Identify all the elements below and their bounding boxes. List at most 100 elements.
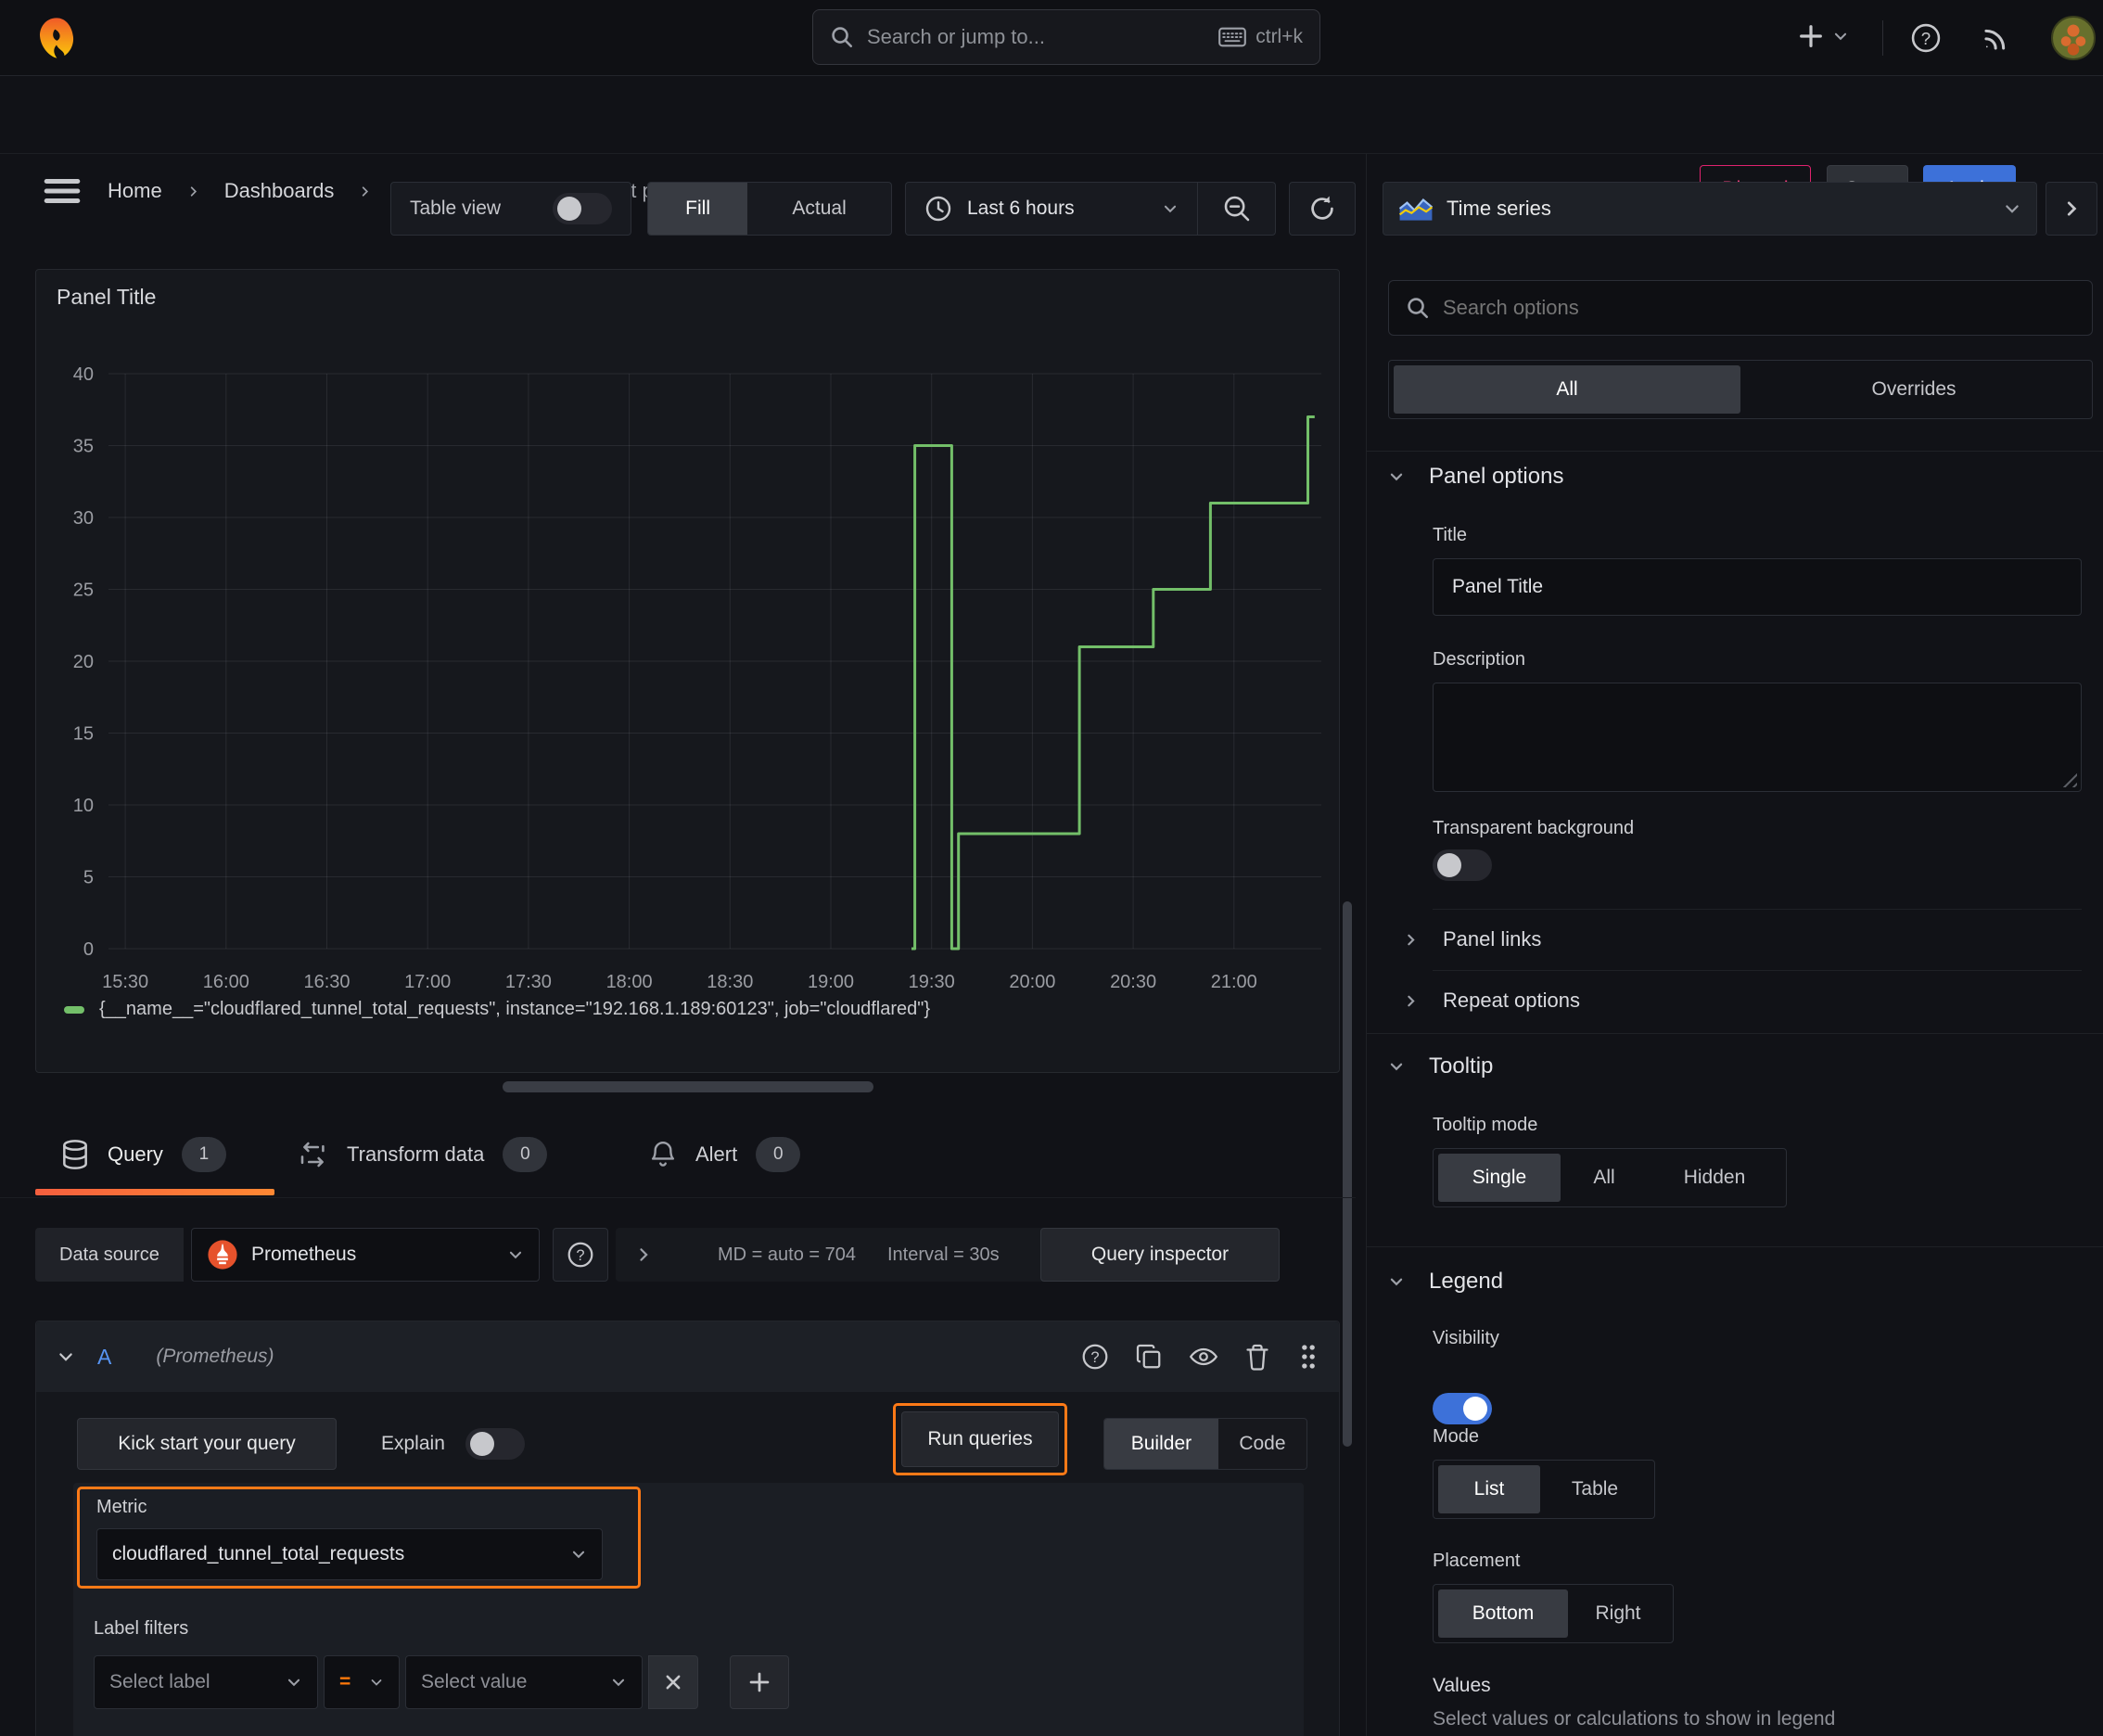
datasource-value: Prometheus (251, 1244, 357, 1265)
run-queries-button[interactable]: Run queries (901, 1411, 1059, 1467)
query-options-strip: MD = auto = 704 Interval = 30s (616, 1228, 1098, 1282)
chevron-down-icon (1388, 1273, 1405, 1290)
legend-placement-bottom[interactable]: Bottom (1438, 1589, 1568, 1638)
transparent-bg-label: Transparent background (1433, 818, 1635, 838)
datasource-help-button[interactable]: ? (553, 1228, 608, 1282)
search-input[interactable] (867, 25, 1206, 49)
svg-text:10: 10 (73, 796, 94, 816)
query-ref-id[interactable]: A (97, 1345, 111, 1370)
kick-start-button[interactable]: Kick start your query (77, 1418, 337, 1470)
tab-overrides[interactable]: Overrides (1740, 365, 2087, 414)
tab-alert[interactable]: Alert 0 (649, 1137, 801, 1172)
refresh-icon (1307, 194, 1337, 223)
grafana-edit-panel: ctrl+k ? Home Dashboards (0, 0, 2103, 1736)
zoom-out-icon (1222, 194, 1252, 223)
tooltip-mode-hidden[interactable]: Hidden (1648, 1154, 1781, 1202)
svg-text:15: 15 (73, 724, 94, 745)
options-search[interactable] (1388, 280, 2093, 336)
legend-values-label: Values (1433, 1675, 1491, 1696)
tab-transform[interactable]: Transform data 0 (299, 1137, 548, 1172)
chevron-down-icon[interactable] (57, 1347, 75, 1366)
visualization-picker[interactable]: Time series (1383, 182, 2037, 236)
repeat-options-header[interactable]: Repeat options (1403, 976, 2082, 1026)
zoom-out-button[interactable] (1198, 183, 1275, 235)
code-option[interactable]: Code (1218, 1419, 1306, 1469)
query-editor: A (Prometheus) ? Kick start your query E… (35, 1321, 1340, 1736)
chevron-down-icon (1832, 28, 1849, 45)
select-label-dropdown[interactable]: Select label (94, 1655, 318, 1709)
viz-suggestions-button[interactable] (2046, 182, 2097, 236)
drag-handle[interactable] (1283, 1343, 1319, 1371)
new-menu-button[interactable] (1797, 22, 1849, 50)
horizontal-scrollbar[interactable] (503, 1081, 873, 1092)
delete-query-button[interactable] (1231, 1343, 1283, 1371)
panel-title-input[interactable] (1433, 558, 2082, 616)
tab-query[interactable]: Query 1 (61, 1137, 226, 1172)
chevron-right-icon[interactable] (634, 1245, 653, 1264)
legend-header[interactable]: Legend (1388, 1269, 1503, 1295)
chart-legend-item[interactable]: {__name__="cloudflared_tunnel_total_requ… (64, 999, 930, 1020)
svg-text:18:00: 18:00 (606, 972, 653, 992)
description-textarea[interactable] (1433, 683, 2082, 792)
query-row-header[interactable]: A (Prometheus) ? (36, 1321, 1339, 1392)
resize-handle-icon[interactable] (2062, 772, 2077, 787)
breadcrumb-bar: Home Dashboards New dashboard Edit panel… (0, 76, 2103, 213)
global-search[interactable]: ctrl+k (812, 9, 1320, 65)
time-range-label: Last 6 hours (967, 198, 1075, 219)
legend-mode-table[interactable]: Table (1540, 1465, 1650, 1513)
grafana-logo-icon[interactable] (33, 15, 80, 61)
legend-visibility-toggle[interactable] (1433, 1393, 1492, 1424)
tooltip-mode-all[interactable]: All (1561, 1154, 1648, 1202)
actual-option[interactable]: Actual (747, 183, 891, 235)
select-value-dropdown[interactable]: Select value (405, 1655, 643, 1709)
repeat-options-label: Repeat options (1443, 989, 1580, 1012)
tab-all-options[interactable]: All (1394, 365, 1740, 414)
news-rss-button[interactable] (1981, 22, 2012, 54)
svg-text:20: 20 (73, 652, 94, 672)
svg-text:20:30: 20:30 (1110, 972, 1156, 992)
title-label: Title (1433, 525, 1468, 545)
tab-transform-badge: 0 (503, 1137, 548, 1172)
metric-select[interactable]: cloudflared_tunnel_total_requests (96, 1528, 603, 1580)
pane-splitter[interactable] (1366, 154, 1367, 1736)
remove-filter-button[interactable] (648, 1655, 698, 1709)
divider (1433, 909, 2082, 910)
legend-mode-list[interactable]: List (1438, 1465, 1540, 1513)
select-label-placeholder: Select label (109, 1671, 210, 1692)
transform-icon (299, 1140, 328, 1169)
visualization-value: Time series (1447, 197, 1551, 220)
svg-text:40: 40 (73, 364, 94, 385)
legend-swatch (64, 1005, 84, 1014)
table-view-toggle[interactable] (553, 193, 612, 224)
help-button[interactable]: ? (1910, 22, 1942, 54)
breadcrumb-dashboards[interactable]: Dashboards (224, 179, 335, 203)
panel-links-header[interactable]: Panel links (1403, 914, 2082, 964)
breadcrumb-home[interactable]: Home (108, 179, 162, 203)
svg-text:17:30: 17:30 (505, 972, 552, 992)
builder-option[interactable]: Builder (1104, 1419, 1218, 1469)
transparent-bg-toggle[interactable] (1433, 849, 1492, 881)
metric-highlight: Metric cloudflared_tunnel_total_requests (77, 1487, 641, 1589)
panel-options-header[interactable]: Panel options (1388, 464, 1563, 490)
builder-code-switch: Builder Code (1103, 1418, 1307, 1470)
query-help-button[interactable]: ? (1068, 1343, 1122, 1371)
datasource-picker[interactable]: Prometheus (191, 1228, 540, 1282)
explain-toggle[interactable] (465, 1428, 525, 1460)
legend-placement-right[interactable]: Right (1568, 1589, 1668, 1638)
duplicate-query-button[interactable] (1122, 1343, 1176, 1371)
add-filter-button[interactable] (730, 1655, 789, 1709)
time-range-picker[interactable]: Last 6 hours (906, 183, 1197, 235)
tooltip-mode-label: Tooltip mode (1433, 1115, 1538, 1135)
options-search-input[interactable] (1443, 296, 2075, 320)
editor-tabs: Query 1 Transform data 0 Alert 0 (0, 1124, 1356, 1198)
fill-option[interactable]: Fill (648, 183, 748, 235)
menu-toggle-button[interactable] (43, 172, 82, 210)
tooltip-mode-single[interactable]: Single (1438, 1154, 1561, 1202)
refresh-button[interactable] (1289, 182, 1356, 236)
operator-dropdown[interactable]: = (324, 1655, 400, 1709)
top-bar: ctrl+k ? (0, 0, 2103, 76)
user-avatar[interactable] (2051, 16, 2096, 60)
hide-query-button[interactable] (1176, 1343, 1231, 1371)
tooltip-header[interactable]: Tooltip (1388, 1053, 1493, 1079)
query-inspector-button[interactable]: Query inspector (1040, 1228, 1280, 1282)
